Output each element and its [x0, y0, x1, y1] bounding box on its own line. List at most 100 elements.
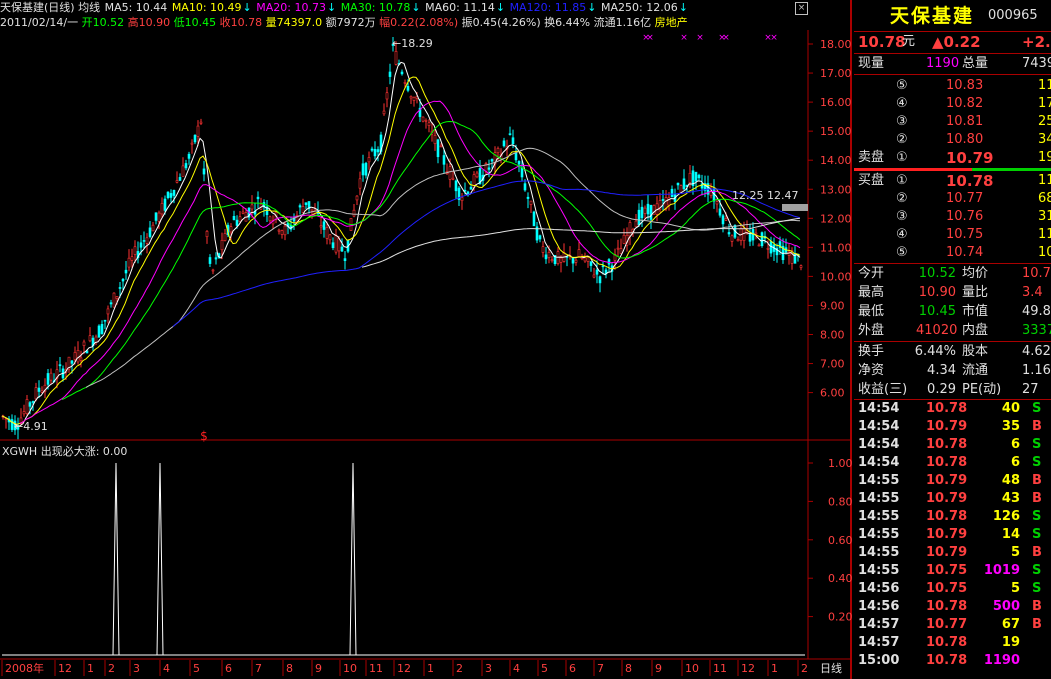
- ma5-line: [1, 61, 801, 427]
- trade-price: 10.78: [926, 437, 968, 452]
- price-tick-label: 13.00: [820, 183, 852, 196]
- time-label: 2: [801, 662, 808, 675]
- trade-row[interactable]: 14:55 10.79 5 B: [854, 544, 1051, 562]
- candle-body: [616, 247, 620, 250]
- candle-body: [79, 357, 83, 361]
- time-label: 11: [369, 662, 383, 675]
- price-tick-label: 6.00: [820, 387, 845, 400]
- candle-body: [223, 233, 227, 241]
- trade-price: 10.77: [926, 617, 968, 632]
- time-label: 2: [108, 662, 115, 675]
- candle-body: [601, 265, 605, 268]
- candle-body: [541, 246, 545, 253]
- trade-row[interactable]: 14:55 10.78 126 S: [854, 508, 1051, 526]
- trade-row[interactable]: 14:54 10.78 40 S: [854, 400, 1051, 418]
- stat-label: 内盘: [962, 323, 989, 338]
- sell-price: 10.81: [946, 114, 984, 129]
- trade-row[interactable]: 15:00 10.78 1190: [854, 652, 1051, 670]
- candle-body: [34, 387, 38, 400]
- trade-row[interactable]: 14:55 10.79 48 B: [854, 472, 1051, 490]
- candle-body: [301, 206, 305, 213]
- candle-body: [523, 183, 527, 191]
- ma10-line: [1, 76, 801, 425]
- total-volume: 7439: [1022, 56, 1051, 71]
- time-label: 2: [456, 662, 463, 675]
- candle-body: [502, 140, 506, 147]
- ma120-value: MA120: 11.85: [509, 1, 587, 14]
- buy-level-5[interactable]: ⑤ 10.74 10: [854, 244, 1051, 262]
- candle-body: [721, 215, 725, 225]
- candle-body: [448, 166, 452, 180]
- buy-signal-marker: $: [200, 429, 208, 443]
- sell-level-3[interactable]: ③ 10.81 25: [854, 113, 1051, 131]
- indicator-tick-label: 0.40: [828, 572, 852, 585]
- price-line: 10.78 元 ▲0.22 +2.: [854, 32, 1051, 52]
- trade-row[interactable]: 14:57 10.77 67 B: [854, 616, 1051, 634]
- candle-body: [298, 205, 302, 208]
- candle-body: [76, 350, 80, 363]
- sell-level-4[interactable]: ④ 10.82 17: [854, 95, 1051, 113]
- candle-body: [118, 287, 122, 289]
- level-number: ③: [896, 209, 908, 224]
- price-tick-label: 16.00: [820, 96, 852, 109]
- candle-body: [334, 234, 338, 253]
- candle-body: [82, 341, 86, 346]
- close-icon[interactable]: ×: [795, 2, 808, 15]
- trade-volume: 6: [1010, 437, 1020, 452]
- indicator-spike: [112, 462, 120, 656]
- price-change: ▲0.22: [932, 33, 981, 51]
- trade-price: 10.78: [926, 455, 968, 470]
- trade-row[interactable]: 14:56 10.78 500 B: [854, 598, 1051, 616]
- candle-body: [403, 82, 407, 84]
- trade-row[interactable]: 14:56 10.75 5 S: [854, 580, 1051, 598]
- buy-level-1[interactable]: 买盘 ① 10.78 11: [854, 172, 1051, 190]
- candle-body: [454, 180, 458, 192]
- trade-side: B: [1032, 599, 1042, 614]
- sell-level-2[interactable]: ② 10.80 34: [854, 131, 1051, 149]
- trade-row[interactable]: 14:57 10.78 19: [854, 634, 1051, 652]
- buy-level-2[interactable]: ② 10.77 68: [854, 190, 1051, 208]
- candle-body: [598, 276, 602, 284]
- trade-volume: 5: [1010, 581, 1020, 596]
- bar-open: 开10.52: [81, 16, 125, 29]
- ma30-line: [61, 120, 801, 400]
- trade-row[interactable]: 14:54 10.78 6 S: [854, 454, 1051, 472]
- candle-body: [367, 157, 371, 163]
- level-number: ⑤: [896, 78, 908, 93]
- kline-chart[interactable]: 18.0017.0016.0015.0014.0013.0012.0011.00…: [0, 0, 852, 679]
- indicator-tick-label: 0.80: [828, 495, 852, 508]
- candle-body: [364, 162, 368, 176]
- trade-row[interactable]: 14:54 10.79 35 B: [854, 418, 1051, 436]
- sell-level-1[interactable]: 卖盘 ① 10.79 19: [854, 149, 1051, 167]
- candle-body: [757, 244, 761, 247]
- sell-level-5[interactable]: ⑤ 10.83 11: [854, 77, 1051, 95]
- candle-body: [661, 199, 665, 201]
- candle-body: [388, 71, 392, 77]
- candle-body: [727, 232, 731, 235]
- candle-body: [451, 177, 455, 180]
- buy-level-3[interactable]: ③ 10.76 31: [854, 208, 1051, 226]
- trade-row[interactable]: 14:55 10.79 14 S: [854, 526, 1051, 544]
- candle-body: [10, 419, 14, 430]
- candle-body: [760, 232, 764, 246]
- candle-body: [382, 110, 386, 115]
- time-label: 7: [255, 662, 262, 675]
- candle-body: [361, 163, 365, 176]
- candle-body: [583, 257, 587, 262]
- trade-time: 14:56: [858, 599, 900, 614]
- price-pct: +2.: [1022, 33, 1051, 51]
- indicator-tick-label: 1.00: [828, 457, 852, 470]
- buy-level-4[interactable]: ④ 10.75 11: [854, 226, 1051, 244]
- candle-body: [22, 411, 26, 415]
- trade-row[interactable]: 14:55 10.79 43 B: [854, 490, 1051, 508]
- trade-row[interactable]: 14:54 10.78 6 S: [854, 436, 1051, 454]
- candle-body: [442, 155, 446, 165]
- trade-row[interactable]: 14:55 10.75 1019 S: [854, 562, 1051, 580]
- candle-body: [88, 335, 92, 342]
- candle-body: [769, 241, 773, 254]
- candle-body: [40, 390, 44, 393]
- quote-panel: 天保基建 000965 10.78 元 ▲0.22 +2. 现量 1190 总量…: [854, 0, 1051, 679]
- trade-side: S: [1032, 455, 1042, 470]
- trade-price: 10.79: [926, 545, 968, 560]
- candle-body: [766, 247, 770, 250]
